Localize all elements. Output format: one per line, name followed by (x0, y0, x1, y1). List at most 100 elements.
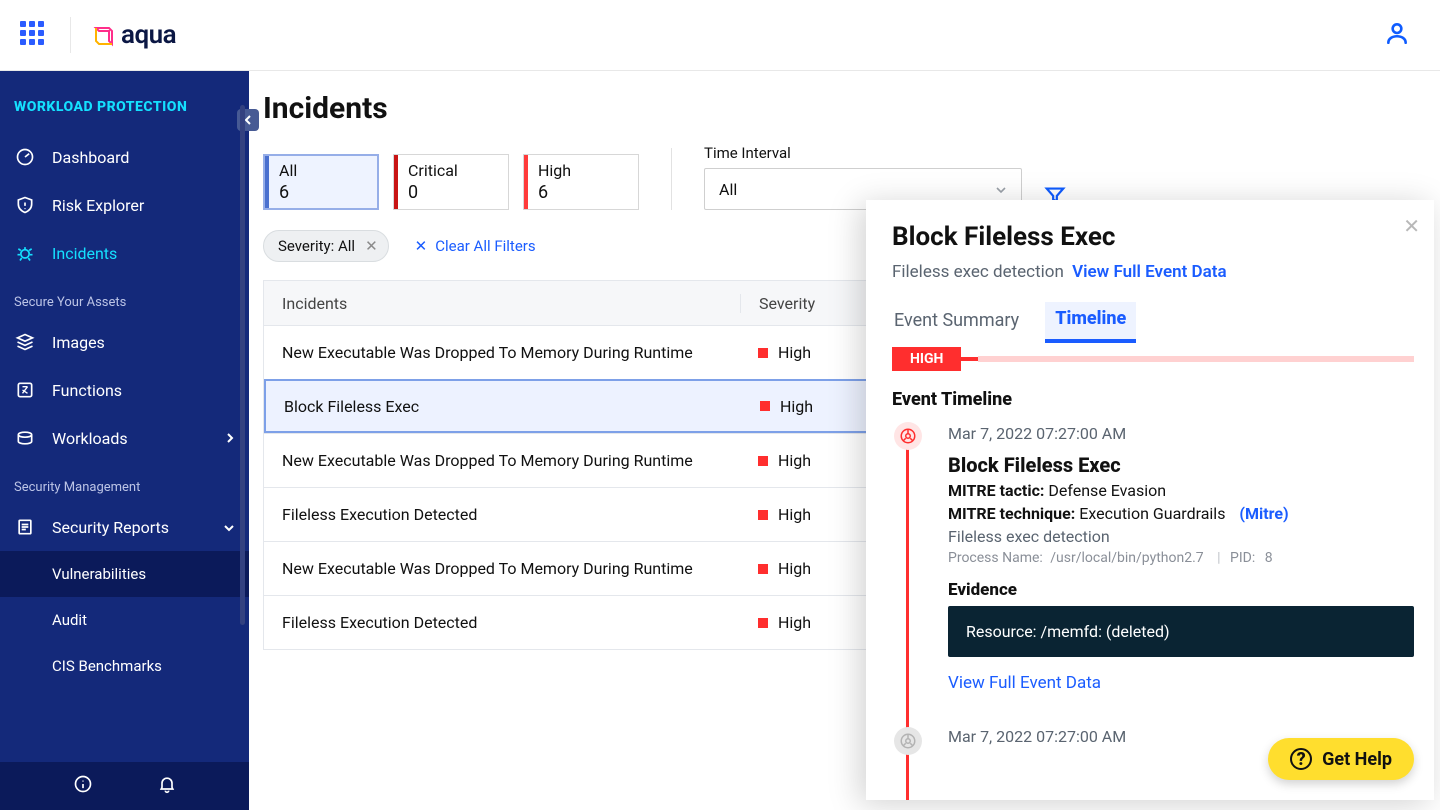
table-cell-severity: High (742, 397, 813, 416)
table-cell-incident-name: Fileless Execution Detected (264, 613, 740, 632)
sidebar-item-risk-explorer[interactable]: Risk Explorer (0, 181, 249, 229)
clear-all-filters-link[interactable]: ✕ Clear All Filters (415, 237, 536, 255)
sidebar-item-label: Vulnerabilities (52, 565, 146, 583)
evidence-box: Resource: /memfd: (deleted) (948, 606, 1414, 657)
timeline-event-name: Block Fileless Exec (948, 453, 1414, 477)
mitre-technique-row: MITRE technique: Execution Guardrails (M… (948, 504, 1414, 523)
filter-chip-label: Severity: All (278, 237, 355, 255)
sidebar-item-label: Workloads (52, 429, 128, 448)
severity-card-label: High (538, 161, 638, 180)
mitre-link[interactable]: (Mitre) (1239, 504, 1288, 523)
report-icon (14, 517, 36, 537)
severity-dot-icon (758, 456, 768, 466)
get-help-label: Get Help (1322, 749, 1392, 770)
clear-all-label: Clear All Filters (435, 237, 535, 255)
panel-subtitle: Fileless exec detection View Full Event … (892, 262, 1414, 282)
filter-chip-severity[interactable]: Severity: All ✕ (263, 230, 389, 262)
timeline-dot-icon (894, 422, 922, 450)
process-name-label: Process Name: (948, 550, 1043, 566)
sidebar-footer (0, 762, 249, 810)
mitre-tactic-label: MITRE tactic: (948, 481, 1044, 500)
panel-subtitle-text: Fileless exec detection (892, 262, 1064, 282)
timeline-event-desc: Fileless exec detection (948, 527, 1414, 546)
time-interval-label: Time Interval (704, 144, 1022, 162)
table-cell-severity: High (740, 613, 811, 632)
timeline-title: Event Timeline (892, 389, 1414, 410)
sidebar: WORKLOAD PROTECTION Dashboard Risk Explo… (0, 71, 249, 810)
top-bar: aqua (0, 0, 1440, 71)
tab-event-summary[interactable]: Event Summary (892, 304, 1021, 341)
brand-logo[interactable]: aqua (93, 20, 176, 50)
sidebar-item-incidents[interactable]: Incidents (0, 229, 249, 277)
process-name-value: /usr/local/bin/python2.7 (1050, 550, 1203, 566)
severity-card-count: 0 (408, 182, 508, 203)
severity-dot-icon (758, 348, 768, 358)
severity-card-high[interactable]: High 6 (523, 154, 639, 210)
sidebar-item-label: Functions (52, 381, 122, 400)
table-cell-incident-name: Block Fileless Exec (266, 397, 742, 416)
timeline-dot-grey-icon (894, 727, 922, 755)
severity-text: High (778, 559, 811, 578)
shield-exclaim-icon (14, 195, 36, 215)
severity-dot-icon (760, 401, 770, 411)
timeline-event2-time: Mar 7, 2022 07:27:00 AM (948, 727, 1126, 746)
severity-card-count: 6 (279, 182, 377, 203)
view-full-event-data-link[interactable]: View Full Event Data (1072, 262, 1227, 282)
sidebar-item-dashboard[interactable]: Dashboard (0, 133, 249, 181)
chevron-down-icon (223, 518, 235, 537)
severity-card-all[interactable]: All 6 (263, 154, 379, 210)
severity-badge: HIGH (892, 347, 961, 371)
sidebar-item-workloads[interactable]: Workloads (0, 414, 249, 462)
mitre-tactic-value: Defense Evasion (1048, 481, 1166, 500)
table-cell-severity: High (740, 505, 811, 524)
severity-dot-icon (758, 618, 768, 628)
sidebar-subitem-vulnerabilities[interactable]: Vulnerabilities (0, 551, 249, 597)
sidebar-item-images[interactable]: Images (0, 318, 249, 366)
mitre-tactic-row: MITRE tactic: Defense Evasion (948, 481, 1414, 500)
pid-value: 8 (1265, 550, 1273, 566)
chevron-right-icon (225, 429, 235, 448)
sidebar-item-label: Risk Explorer (52, 196, 144, 215)
panel-close-icon[interactable]: ✕ (1403, 214, 1420, 238)
sidebar-item-functions[interactable]: Functions (0, 366, 249, 414)
chip-remove-icon[interactable]: ✕ (365, 237, 378, 255)
bell-icon[interactable] (157, 774, 177, 798)
bug-icon (14, 243, 36, 263)
severity-dot-icon (758, 564, 768, 574)
help-icon: ? (1290, 748, 1312, 770)
view-full-event-data-link-2[interactable]: View Full Event Data (948, 673, 1101, 693)
table-cell-incident-name: New Executable Was Dropped To Memory Dur… (264, 343, 740, 362)
info-icon[interactable] (73, 774, 93, 798)
evidence-label: Evidence (948, 580, 1414, 600)
sidebar-subitem-cis-benchmarks[interactable]: CIS Benchmarks (0, 643, 249, 689)
severity-card-critical[interactable]: Critical 0 (393, 154, 509, 210)
sidebar-item-label: CIS Benchmarks (52, 657, 162, 675)
tab-timeline[interactable]: Timeline (1045, 302, 1136, 343)
severity-card-group: All 6 Critical 0 High 6 (263, 154, 639, 210)
close-icon: ✕ (415, 237, 428, 255)
brand-name: aqua (121, 20, 176, 50)
get-help-button[interactable]: ? Get Help (1268, 738, 1414, 780)
sidebar-subhead-mgmt: Security Management (0, 462, 249, 503)
app-switcher-icon[interactable] (20, 21, 48, 49)
layers-icon (14, 332, 36, 352)
mitre-technique-label: MITRE technique: (948, 504, 1075, 523)
severity-text: High (778, 613, 811, 632)
sidebar-item-label: Images (52, 333, 105, 352)
pid-label: PID: (1230, 550, 1255, 566)
workloads-icon (14, 428, 36, 448)
table-cell-incident-name: New Executable Was Dropped To Memory Dur… (264, 559, 740, 578)
timeline-event: Mar 7, 2022 07:27:00 AM Block Fileless E… (892, 424, 1414, 746)
select-value: All (719, 180, 737, 199)
sidebar-item-label: Audit (52, 611, 87, 629)
severity-card-label: All (279, 161, 377, 180)
user-profile-icon[interactable] (1384, 20, 1410, 50)
severity-text: High (778, 343, 811, 362)
incident-detail-panel: ✕ Block Fileless Exec Fileless exec dete… (866, 200, 1434, 800)
timeline-event-meta: Process Name: /usr/local/bin/python2.7 |… (948, 550, 1414, 566)
sidebar-item-label: Incidents (52, 244, 117, 263)
table-cell-severity: High (740, 451, 811, 470)
function-icon (14, 380, 36, 400)
sidebar-subitem-audit[interactable]: Audit (0, 597, 249, 643)
sidebar-item-security-reports[interactable]: Security Reports (0, 503, 249, 551)
